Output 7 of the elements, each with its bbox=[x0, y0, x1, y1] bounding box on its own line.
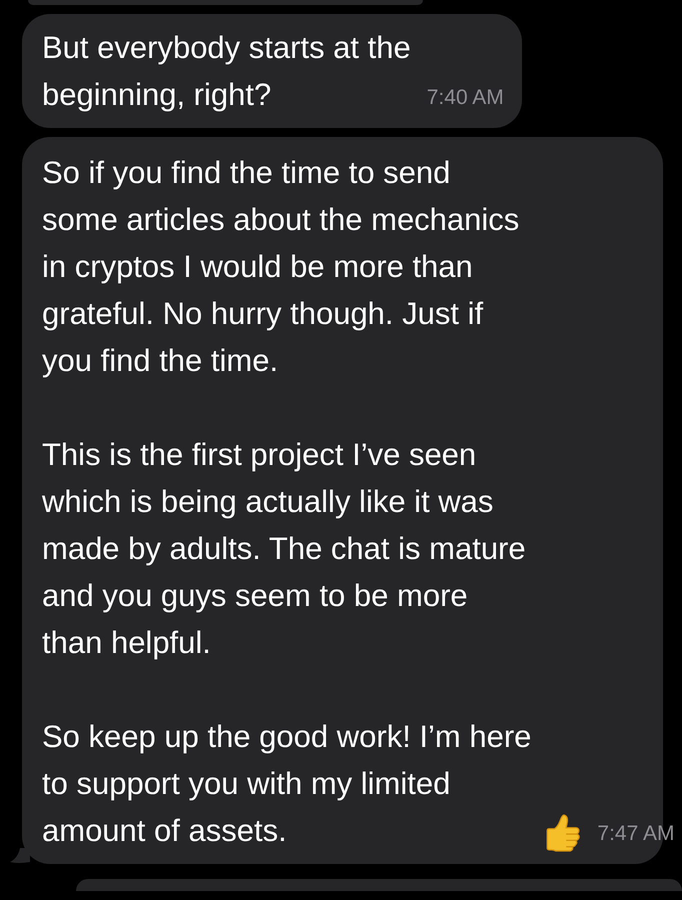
message-time: 7:47 AM bbox=[597, 821, 674, 847]
message-text: So if you find the time to send some articles about the mechanics in cryptos I would be more than grateful. No hurry though. Just if you find the time. bbox=[42, 154, 520, 380]
thumbs-up-icon bbox=[545, 814, 582, 852]
message-text: This is the first project I’ve seen which is being actually like it was made by adults. The chat is mature and you guys seem to be more than helpful. bbox=[42, 436, 527, 662]
message-time: 7:40 AM bbox=[426, 85, 504, 111]
message-text: So keep up the good work! I’m here to support you with my limited amount of assets. bbox=[42, 718, 532, 850]
message-text: But everybody starts at the beginning, right? bbox=[42, 29, 411, 114]
